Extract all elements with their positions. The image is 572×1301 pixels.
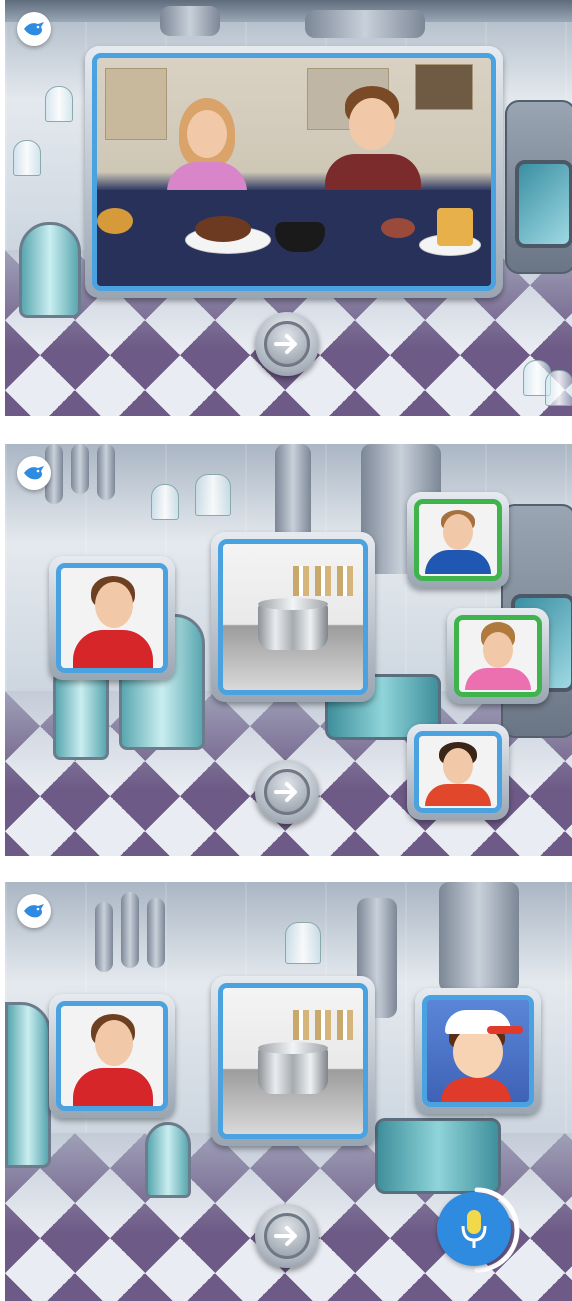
bird-back-icon — [24, 904, 44, 918]
portrait-card-left[interactable] — [49, 556, 175, 680]
video-frame[interactable] — [85, 46, 503, 298]
portrait-card-right-1[interactable] — [407, 492, 509, 588]
choose-screen — [5, 444, 572, 856]
target-picture-card — [211, 976, 375, 1146]
bird-back-icon — [24, 466, 44, 480]
specimen-jar — [13, 140, 41, 176]
cartoon-avatar-card — [415, 988, 541, 1114]
kids-at-kitchen-table-photo — [97, 58, 491, 286]
target-picture-card — [211, 532, 375, 702]
back-button[interactable] — [17, 894, 51, 928]
specimen-jar — [45, 86, 73, 122]
arrow-right-icon — [274, 334, 297, 354]
arrow-right-icon — [274, 782, 297, 802]
bird-back-icon — [24, 22, 44, 36]
boy-red-shirt-portrait — [61, 568, 163, 668]
boy-red-shirt-portrait-2 — [419, 736, 497, 808]
cartoon-boy-white-cap — [427, 1000, 529, 1102]
portrait-card-right-2[interactable] — [447, 608, 549, 704]
back-button[interactable] — [17, 12, 51, 46]
speak-screen — [5, 882, 572, 1301]
cooking-pot-photo — [223, 988, 363, 1134]
next-button[interactable] — [255, 312, 319, 376]
microphone-button[interactable] — [437, 1192, 511, 1266]
back-button[interactable] — [17, 456, 51, 490]
microphone-icon — [461, 1210, 487, 1248]
glass-capsule — [19, 222, 81, 318]
video-screen — [5, 0, 572, 416]
next-button[interactable] — [255, 1204, 319, 1268]
boy-blue-shirt-portrait — [419, 504, 497, 576]
girl-pink-shirt-portrait — [459, 620, 537, 692]
cooking-pot-photo — [223, 544, 363, 690]
arrow-right-icon — [274, 1226, 297, 1246]
portrait-card-left[interactable] — [49, 994, 175, 1118]
boy-red-shirt-portrait — [61, 1006, 163, 1106]
next-button[interactable] — [255, 760, 319, 824]
portrait-card-right-3[interactable] — [407, 724, 509, 820]
